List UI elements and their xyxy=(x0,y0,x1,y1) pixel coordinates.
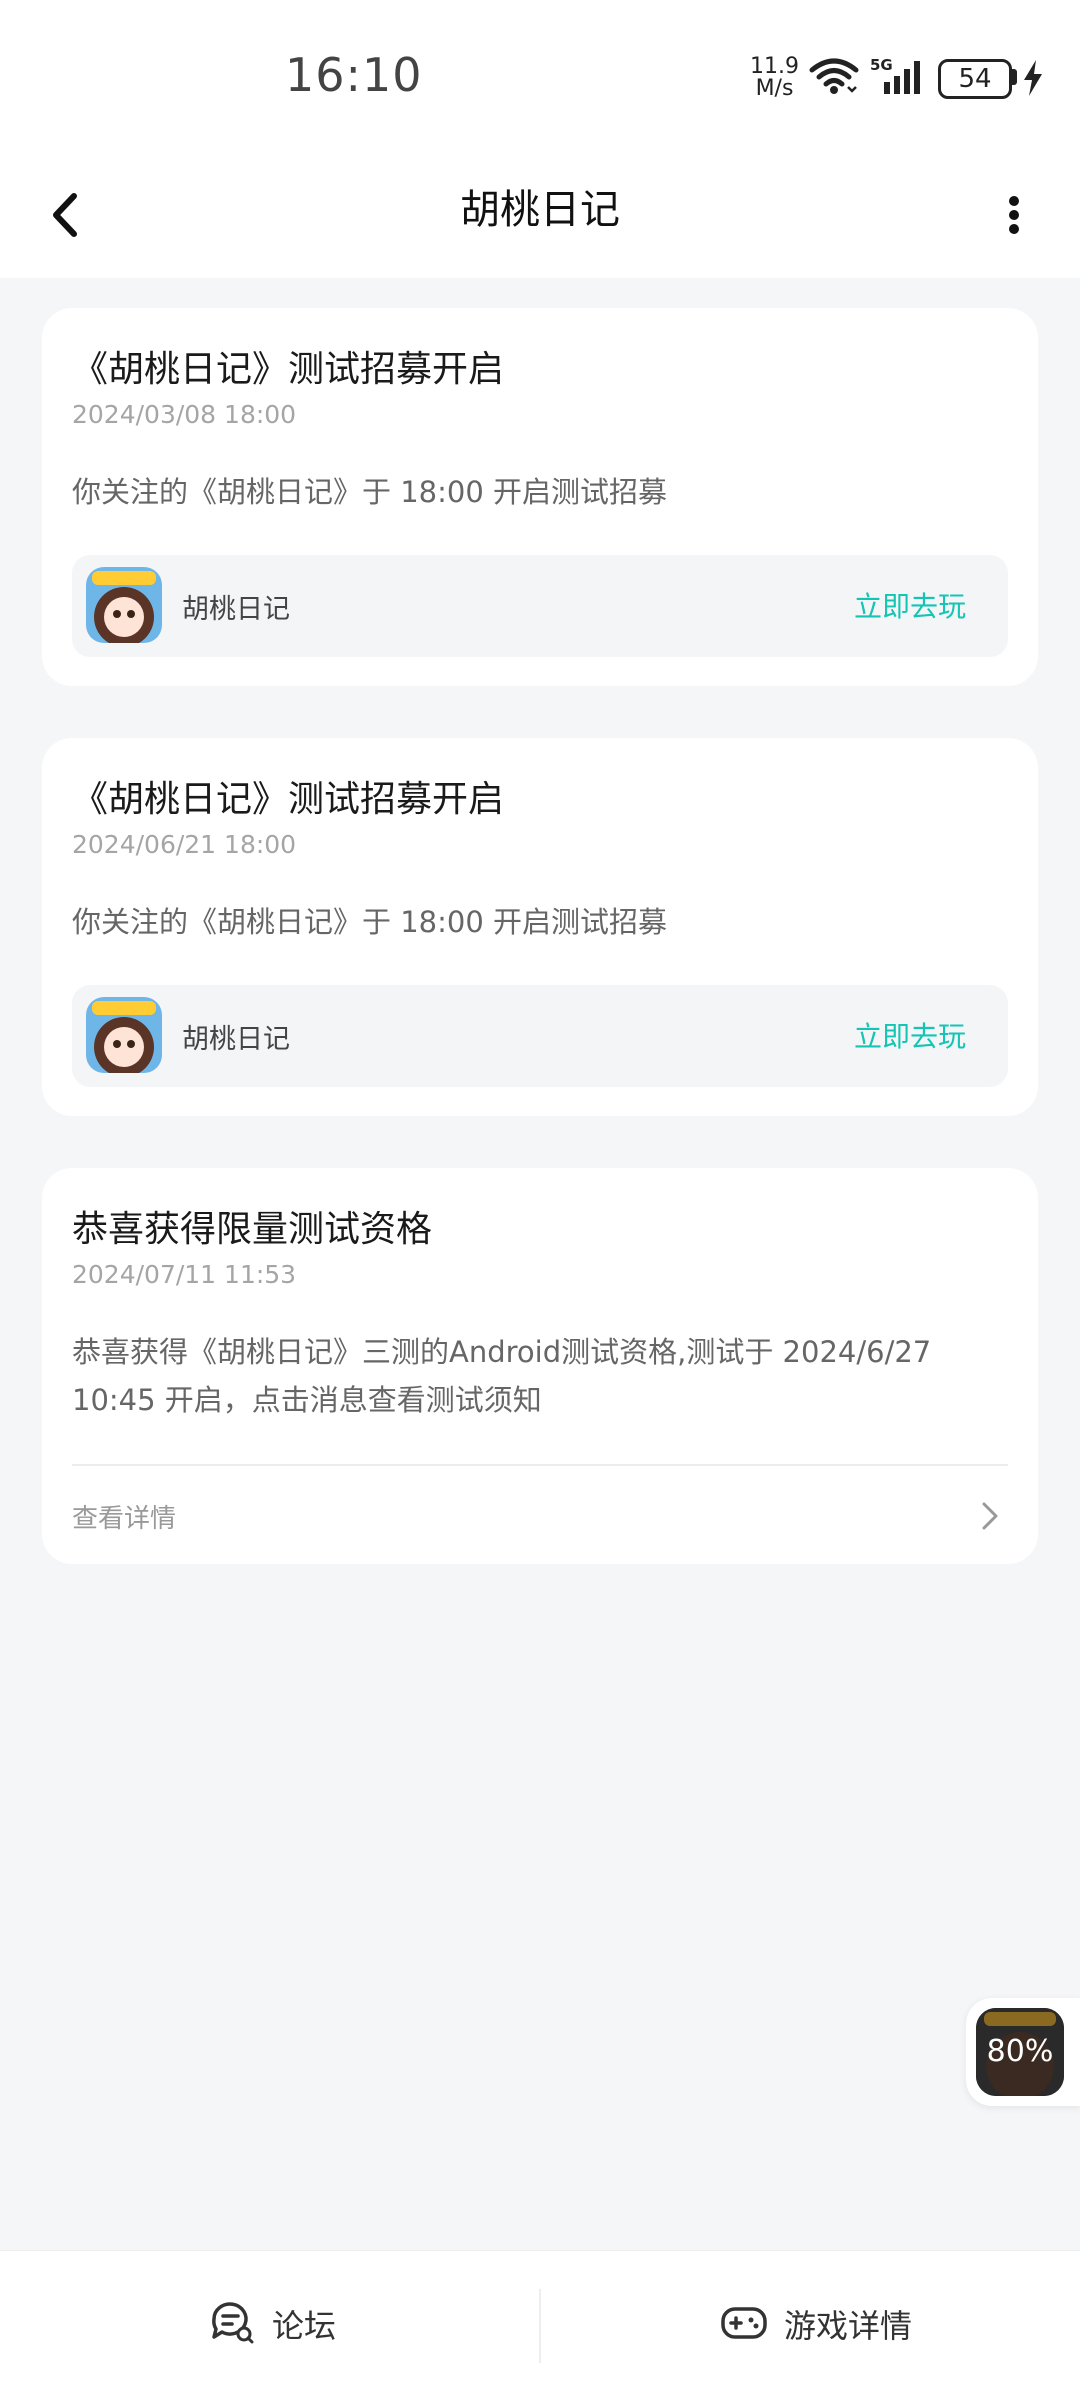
gamepad-icon xyxy=(721,2307,767,2339)
game-icon xyxy=(86,567,162,643)
download-progress-text: 80% xyxy=(986,2034,1054,2069)
card-date: 2024/03/08 18:00 xyxy=(72,400,297,429)
floating-download-widget[interactable]: 80% xyxy=(966,1998,1080,2106)
message-card[interactable]: 《胡桃日记》测试招募开启 2024/03/08 18:00 你关注的《胡桃日记》… xyxy=(42,308,1038,686)
tab-forum-label: 论坛 xyxy=(272,2307,337,2345)
top-app-bar: 胡桃日记 xyxy=(0,150,1080,278)
game-icon xyxy=(86,997,162,1073)
message-card[interactable]: 恭喜获得限量测试资格 2024/07/11 11:53 恭喜获得《胡桃日记》三测… xyxy=(42,1168,1038,1564)
signal-type-label: 5G xyxy=(870,56,893,74)
forum-chat-icon xyxy=(212,2302,254,2344)
battery-icon: 54 xyxy=(938,59,1012,99)
battery-nub xyxy=(1012,69,1017,85)
charging-bolt-icon xyxy=(1024,60,1042,96)
card-title: 《胡桃日记》测试招募开启 xyxy=(72,779,505,820)
cell-signal-icon: 5G xyxy=(870,56,934,100)
card-body: 你关注的《胡桃日记》于 18:00 开启测试招募 xyxy=(72,905,668,939)
tab-game-detail[interactable]: 游戏详情 xyxy=(540,2251,1080,2401)
chevron-right-icon[interactable] xyxy=(978,1498,1002,1534)
play-now-button[interactable]: 立即去玩 xyxy=(854,585,966,625)
play-now-button[interactable]: 立即去玩 xyxy=(854,1015,966,1055)
view-details-link[interactable]: 查看详情 xyxy=(72,1498,176,1535)
network-speed-value: 11.9 xyxy=(750,54,799,79)
game-name: 胡桃日记 xyxy=(182,1024,290,1055)
tab-forum[interactable]: 论坛 xyxy=(0,2251,540,2401)
tab-game-detail-label: 游戏详情 xyxy=(784,2307,913,2345)
game-row[interactable]: 胡桃日记 立即去玩 xyxy=(72,985,1008,1087)
download-progress-badge[interactable]: 80% xyxy=(976,2008,1064,2096)
wifi-icon xyxy=(809,58,859,94)
bottom-bar: 论坛 游戏详情 xyxy=(0,2250,1080,2401)
card-title: 《胡桃日记》测试招募开启 xyxy=(72,349,505,390)
game-name: 胡桃日记 xyxy=(182,594,290,625)
card-date: 2024/07/11 11:53 xyxy=(72,1260,297,1289)
battery-level: 54 xyxy=(958,64,992,94)
card-title: 恭喜获得限量测试资格 xyxy=(72,1209,433,1250)
page-title: 胡桃日记 xyxy=(460,187,620,233)
network-speed: 11.9 M/s xyxy=(750,56,799,100)
card-divider xyxy=(72,1464,1008,1466)
message-card[interactable]: 《胡桃日记》测试招募开启 2024/06/21 18:00 你关注的《胡桃日记》… xyxy=(42,738,1038,1116)
status-bar: 16:10 11.9 M/s 5G 54 xyxy=(0,0,1080,150)
more-vertical-icon[interactable] xyxy=(990,180,1035,250)
network-speed-unit: M/s xyxy=(755,76,794,101)
status-time: 16:10 xyxy=(285,48,423,102)
card-body: 你关注的《胡桃日记》于 18:00 开启测试招募 xyxy=(72,475,668,509)
game-row[interactable]: 胡桃日记 立即去玩 xyxy=(72,555,1008,657)
card-date: 2024/06/21 18:00 xyxy=(72,830,297,859)
card-body: 恭喜获得《胡桃日记》三测的Android测试资格,测试于 2024/6/27 1… xyxy=(72,1335,932,1417)
